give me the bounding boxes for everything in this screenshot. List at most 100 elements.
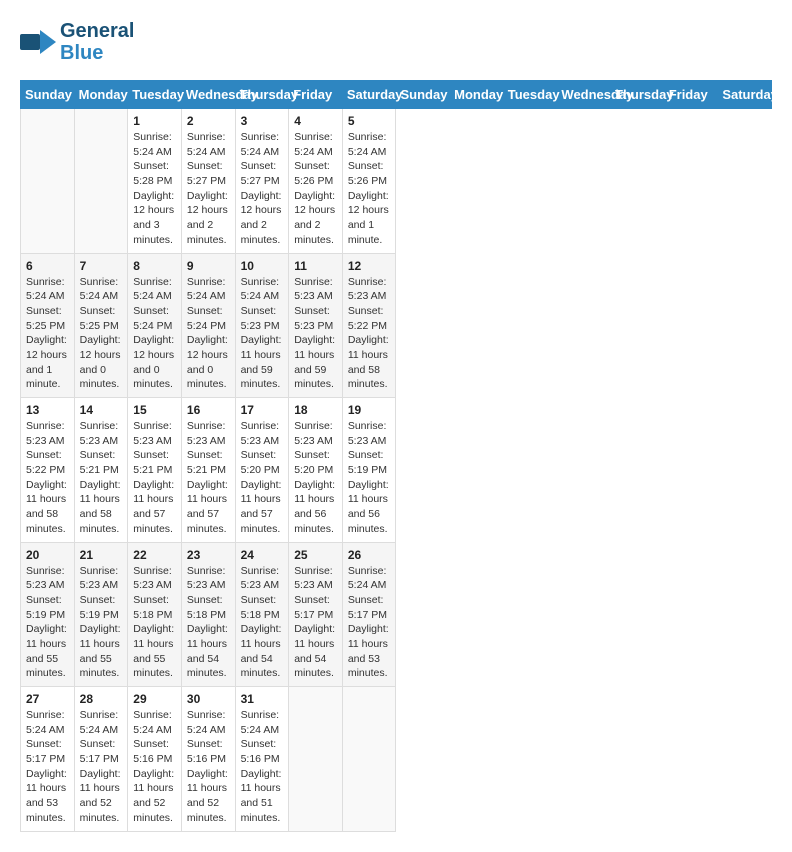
- day-info: Sunrise: 5:24 AM Sunset: 5:25 PM Dayligh…: [26, 275, 69, 393]
- calendar-cell: 19Sunrise: 5:23 AM Sunset: 5:19 PM Dayli…: [342, 398, 396, 543]
- day-number: 4: [294, 114, 337, 128]
- calendar-cell: 25 Sunrise: 5:23 AM Sunset: 5:17 PM Dayli…: [289, 542, 343, 687]
- calendar-cell: 10Sunrise: 5:24 AM Sunset: 5:23 PM Dayli…: [235, 253, 289, 398]
- calendar-cell: 14 Sunrise: 5:23 AM Sunset: 5:21 PM Dayli…: [74, 398, 128, 543]
- column-header-wednesday: Wednesday: [557, 81, 611, 109]
- column-header-saturday: Saturday: [342, 81, 396, 109]
- day-info: Sunrise: 5:24 AM Sunset: 5:17 PM Dayligh…: [348, 564, 391, 682]
- day-number: 14: [80, 403, 123, 417]
- column-header-friday: Friday: [664, 81, 718, 109]
- calendar-week-row: 6Sunrise: 5:24 AM Sunset: 5:25 PM Daylig…: [21, 253, 772, 398]
- day-number: 31: [241, 692, 284, 706]
- day-info: Sunrise: 5:23 AM Sunset: 5:19 PM Dayligh…: [80, 564, 123, 682]
- day-info: Sunrise: 5:23 AM Sunset: 5:21 PM Dayligh…: [187, 419, 230, 537]
- page-header: General Blue: [20, 20, 772, 64]
- day-info: Sunrise: 5:23 AM Sunset: 5:21 PM Dayligh…: [80, 419, 123, 537]
- calendar-cell: 23Sunrise: 5:23 AM Sunset: 5:18 PM Dayli…: [181, 542, 235, 687]
- calendar-cell: 12 Sunrise: 5:23 AM Sunset: 5:22 PM Dayli…: [342, 253, 396, 398]
- day-info: Sunrise: 5:24 AM Sunset: 5:16 PM Dayligh…: [133, 708, 176, 826]
- logo-icon: [20, 26, 56, 58]
- calendar-cell: 5 Sunrise: 5:24 AM Sunset: 5:26 PM Daylig…: [342, 109, 396, 254]
- calendar-cell: 1Sunrise: 5:24 AM Sunset: 5:28 PM Daylig…: [128, 109, 182, 254]
- column-header-sunday: Sunday: [396, 81, 450, 109]
- day-info: Sunrise: 5:24 AM Sunset: 5:28 PM Dayligh…: [133, 130, 176, 248]
- day-info: Sunrise: 5:23 AM Sunset: 5:18 PM Dayligh…: [241, 564, 284, 682]
- day-info: Sunrise: 5:24 AM Sunset: 5:24 PM Dayligh…: [133, 275, 176, 393]
- day-number: 20: [26, 548, 69, 562]
- calendar-cell: 7 Sunrise: 5:24 AM Sunset: 5:25 PM Daylig…: [74, 253, 128, 398]
- day-info: Sunrise: 5:23 AM Sunset: 5:22 PM Dayligh…: [348, 275, 391, 393]
- day-info: Sunrise: 5:24 AM Sunset: 5:17 PM Dayligh…: [80, 708, 123, 826]
- day-info: Sunrise: 5:24 AM Sunset: 5:26 PM Dayligh…: [348, 130, 391, 248]
- day-info: Sunrise: 5:24 AM Sunset: 5:25 PM Dayligh…: [80, 275, 123, 393]
- calendar-header-row: SundayMondayTuesdayWednesdayThursdayFrid…: [21, 81, 772, 109]
- day-info: Sunrise: 5:24 AM Sunset: 5:17 PM Dayligh…: [26, 708, 69, 826]
- day-number: 17: [241, 403, 284, 417]
- day-number: 24: [241, 548, 284, 562]
- calendar-cell: [289, 687, 343, 832]
- calendar-cell: 6Sunrise: 5:24 AM Sunset: 5:25 PM Daylig…: [21, 253, 75, 398]
- calendar-cell: 21 Sunrise: 5:23 AM Sunset: 5:19 PM Dayli…: [74, 542, 128, 687]
- calendar-cell: 27 Sunrise: 5:24 AM Sunset: 5:17 PM Dayli…: [21, 687, 75, 832]
- day-number: 15: [133, 403, 176, 417]
- column-header-monday: Monday: [450, 81, 504, 109]
- day-number: 16: [187, 403, 230, 417]
- day-number: 9: [187, 259, 230, 273]
- calendar-week-row: 13Sunrise: 5:23 AM Sunset: 5:22 PM Dayli…: [21, 398, 772, 543]
- calendar-cell: 16 Sunrise: 5:23 AM Sunset: 5:21 PM Dayli…: [181, 398, 235, 543]
- day-number: 30: [187, 692, 230, 706]
- day-number: 5: [348, 114, 391, 128]
- day-info: Sunrise: 5:24 AM Sunset: 5:27 PM Dayligh…: [241, 130, 284, 248]
- column-header-thursday: Thursday: [611, 81, 665, 109]
- day-info: Sunrise: 5:24 AM Sunset: 5:26 PM Dayligh…: [294, 130, 337, 248]
- day-number: 23: [187, 548, 230, 562]
- day-info: Sunrise: 5:23 AM Sunset: 5:20 PM Dayligh…: [294, 419, 337, 537]
- day-number: 8: [133, 259, 176, 273]
- day-info: Sunrise: 5:23 AM Sunset: 5:21 PM Dayligh…: [133, 419, 176, 537]
- column-header-friday: Friday: [289, 81, 343, 109]
- day-info: Sunrise: 5:23 AM Sunset: 5:23 PM Dayligh…: [294, 275, 337, 393]
- calendar-cell: 13Sunrise: 5:23 AM Sunset: 5:22 PM Dayli…: [21, 398, 75, 543]
- calendar-cell: 31 Sunrise: 5:24 AM Sunset: 5:16 PM Dayli…: [235, 687, 289, 832]
- day-number: 21: [80, 548, 123, 562]
- day-number: 13: [26, 403, 69, 417]
- day-info: Sunrise: 5:24 AM Sunset: 5:27 PM Dayligh…: [187, 130, 230, 248]
- column-header-saturday: Saturday: [718, 81, 772, 109]
- day-number: 22: [133, 548, 176, 562]
- calendar-cell: 20 Sunrise: 5:23 AM Sunset: 5:19 PM Dayli…: [21, 542, 75, 687]
- logo-text-general: General: [60, 20, 134, 42]
- calendar-cell: 15 Sunrise: 5:23 AM Sunset: 5:21 PM Dayli…: [128, 398, 182, 543]
- calendar-cell: [342, 687, 396, 832]
- calendar-cell: 3 Sunrise: 5:24 AM Sunset: 5:27 PM Daylig…: [235, 109, 289, 254]
- day-info: Sunrise: 5:24 AM Sunset: 5:23 PM Dayligh…: [241, 275, 284, 393]
- column-header-tuesday: Tuesday: [128, 81, 182, 109]
- day-number: 12: [348, 259, 391, 273]
- day-info: Sunrise: 5:23 AM Sunset: 5:19 PM Dayligh…: [26, 564, 69, 682]
- calendar-cell: 22 Sunrise: 5:23 AM Sunset: 5:18 PM Dayli…: [128, 542, 182, 687]
- day-info: Sunrise: 5:23 AM Sunset: 5:18 PM Dayligh…: [133, 564, 176, 682]
- calendar-cell: 11Sunrise: 5:23 AM Sunset: 5:23 PM Dayli…: [289, 253, 343, 398]
- day-info: Sunrise: 5:24 AM Sunset: 5:16 PM Dayligh…: [241, 708, 284, 826]
- calendar-cell: 26 Sunrise: 5:24 AM Sunset: 5:17 PM Dayli…: [342, 542, 396, 687]
- day-number: 18: [294, 403, 337, 417]
- calendar-cell: [74, 109, 128, 254]
- column-header-wednesday: Wednesday: [181, 81, 235, 109]
- day-info: Sunrise: 5:24 AM Sunset: 5:24 PM Dayligh…: [187, 275, 230, 393]
- calendar-cell: 18 Sunrise: 5:23 AM Sunset: 5:20 PM Dayli…: [289, 398, 343, 543]
- logo: General Blue: [20, 20, 134, 64]
- day-info: Sunrise: 5:23 AM Sunset: 5:17 PM Dayligh…: [294, 564, 337, 682]
- calendar-cell: 17Sunrise: 5:23 AM Sunset: 5:20 PM Dayli…: [235, 398, 289, 543]
- calendar-cell: 9 Sunrise: 5:24 AM Sunset: 5:24 PM Daylig…: [181, 253, 235, 398]
- calendar-week-row: 20 Sunrise: 5:23 AM Sunset: 5:19 PM Dayli…: [21, 542, 772, 687]
- day-number: 7: [80, 259, 123, 273]
- day-number: 27: [26, 692, 69, 706]
- day-number: 26: [348, 548, 391, 562]
- calendar-cell: 28Sunrise: 5:24 AM Sunset: 5:17 PM Dayli…: [74, 687, 128, 832]
- calendar-cell: 4 Sunrise: 5:24 AM Sunset: 5:26 PM Daylig…: [289, 109, 343, 254]
- calendar-cell: 24 Sunrise: 5:23 AM Sunset: 5:18 PM Dayli…: [235, 542, 289, 687]
- day-number: 3: [241, 114, 284, 128]
- day-number: 25: [294, 548, 337, 562]
- calendar-cell: 29Sunrise: 5:24 AM Sunset: 5:16 PM Dayli…: [128, 687, 182, 832]
- calendar-cell: 2Sunrise: 5:24 AM Sunset: 5:27 PM Daylig…: [181, 109, 235, 254]
- calendar-cell: [21, 109, 75, 254]
